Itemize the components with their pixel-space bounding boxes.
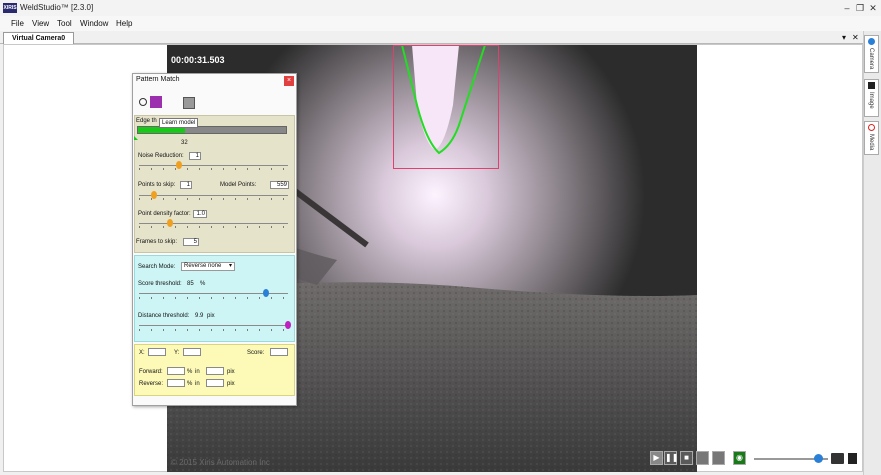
- app-logo: XIRIS: [3, 3, 17, 13]
- restore-button[interactable]: ❐: [854, 2, 866, 14]
- forward-in-label: in: [195, 369, 200, 375]
- points-to-skip-thumb[interactable]: [150, 191, 157, 199]
- tab-dropdown-icon[interactable]: ▾: [842, 33, 846, 42]
- image-icon: [868, 82, 875, 89]
- window-title: WeldStudio™ [2.3.0]: [20, 3, 94, 12]
- play-button[interactable]: ▶: [650, 451, 663, 465]
- model-points-value: 559: [270, 181, 289, 189]
- search-mode-label: Search Mode:: [138, 264, 176, 270]
- points-to-skip-label: Points to skip:: [138, 182, 176, 188]
- save-icon[interactable]: [848, 453, 857, 464]
- frames-to-skip-label: Frames to skip:: [136, 239, 178, 245]
- score-threshold-thumb[interactable]: [262, 289, 269, 297]
- score-threshold-value: 85: [187, 281, 194, 287]
- x-value: [148, 348, 166, 356]
- panel-close-button[interactable]: ×: [284, 76, 294, 86]
- stop-learn-button[interactable]: [183, 97, 195, 109]
- score-label: Score:: [247, 350, 265, 356]
- forward-pix-unit: pix: [227, 369, 235, 375]
- dock-tab-image[interactable]: Image: [864, 79, 879, 117]
- forward-label: Forward:: [139, 369, 163, 375]
- minimize-button[interactable]: –: [841, 2, 853, 14]
- tab-strip: [0, 31, 863, 44]
- noise-reduction-input[interactable]: 1: [189, 152, 201, 160]
- reverse-in-label: in: [195, 381, 200, 387]
- dock-tab-camera[interactable]: Camera: [864, 35, 879, 73]
- camera-icon: [868, 38, 875, 45]
- stop-button[interactable]: ■: [680, 451, 693, 465]
- point-density-track[interactable]: [139, 223, 288, 224]
- frames-to-skip-value: 5: [193, 239, 197, 245]
- reverse-label: Reverse:: [139, 381, 164, 387]
- score-value: [270, 348, 288, 356]
- chevron-down-icon: ▾: [228, 263, 232, 269]
- record-icon[interactable]: ◉: [733, 451, 746, 465]
- edge-threshold-label: Edge th: [136, 118, 157, 124]
- reverse-pix-unit: pix: [227, 381, 235, 387]
- tab-close-icon[interactable]: ✕: [852, 33, 859, 42]
- search-roi[interactable]: [393, 45, 499, 169]
- menu-view[interactable]: View: [32, 18, 49, 29]
- menu-tool[interactable]: Tool: [57, 18, 72, 29]
- x-label: X:: [139, 350, 145, 356]
- frames-to-skip-spinner[interactable]: 5: [183, 238, 199, 246]
- close-window-button[interactable]: ✕: [867, 2, 879, 14]
- panel-title: Pattern Match: [136, 76, 180, 83]
- forward-pix-value: [206, 367, 224, 375]
- edge-threshold-value: 32: [181, 140, 188, 146]
- score-threshold-unit: %: [200, 281, 206, 287]
- search-mode-select[interactable]: Reverse none ▾: [181, 262, 235, 271]
- y-value: [183, 348, 201, 356]
- menu-file[interactable]: File: [11, 18, 24, 29]
- menu-help[interactable]: Help: [116, 18, 132, 29]
- tab-virtual-camera0[interactable]: Virtual Camera0: [3, 32, 75, 44]
- points-to-skip-track[interactable]: [139, 195, 288, 196]
- dock-tab-media[interactable]: Media: [864, 121, 879, 155]
- score-threshold-ticks: [139, 297, 288, 299]
- reverse-pix-value: [206, 379, 224, 387]
- noise-reduction-label: Noise Reduction:: [138, 153, 184, 159]
- reverse-pct-value: [167, 379, 185, 387]
- model-points-label: Model Points:: [220, 182, 257, 188]
- y-label: Y:: [174, 350, 180, 356]
- forward-pct-value: [167, 367, 185, 375]
- point-density-label: Point density factor:: [138, 211, 191, 217]
- tooltip: Learn model: [159, 118, 199, 128]
- points-to-skip-ticks: [139, 198, 288, 200]
- copyright: © 2015 Xiris Automation Inc: [171, 458, 270, 467]
- timestamp: 00:00:31.503: [171, 55, 225, 65]
- menu-window[interactable]: Window: [80, 18, 108, 29]
- step-back-button[interactable]: [696, 451, 709, 465]
- forward-pct-unit: %: [187, 369, 193, 375]
- pause-button[interactable]: ❚❚: [664, 451, 678, 465]
- noise-reduction-track[interactable]: [139, 165, 288, 166]
- search-mode-value: Reverse none: [184, 263, 222, 269]
- distance-threshold-value: 9.9: [195, 313, 204, 319]
- media-icon: [868, 124, 875, 131]
- step-forward-button[interactable]: [712, 451, 725, 465]
- distance-threshold-thumb[interactable]: [285, 321, 291, 329]
- distance-threshold-track[interactable]: [139, 325, 288, 326]
- distance-threshold-unit: pix: [207, 313, 215, 319]
- reverse-pct-unit: %: [187, 381, 193, 387]
- noise-reduction-ticks: [139, 168, 288, 170]
- learn-model-icon[interactable]: [150, 96, 162, 108]
- title-bar: [0, 0, 881, 17]
- point-density-input[interactable]: 1.0: [193, 210, 207, 218]
- distance-threshold-ticks: [139, 329, 288, 331]
- points-to-skip-input[interactable]: 1: [180, 181, 192, 189]
- folder-icon[interactable]: [831, 453, 844, 464]
- zoom-search-icon[interactable]: [139, 98, 147, 106]
- distance-threshold-label: Distance threshold:: [138, 313, 190, 319]
- edge-marker-icon: [134, 136, 138, 140]
- score-threshold-label: Score threshold:: [138, 281, 182, 287]
- point-density-ticks: [139, 226, 288, 228]
